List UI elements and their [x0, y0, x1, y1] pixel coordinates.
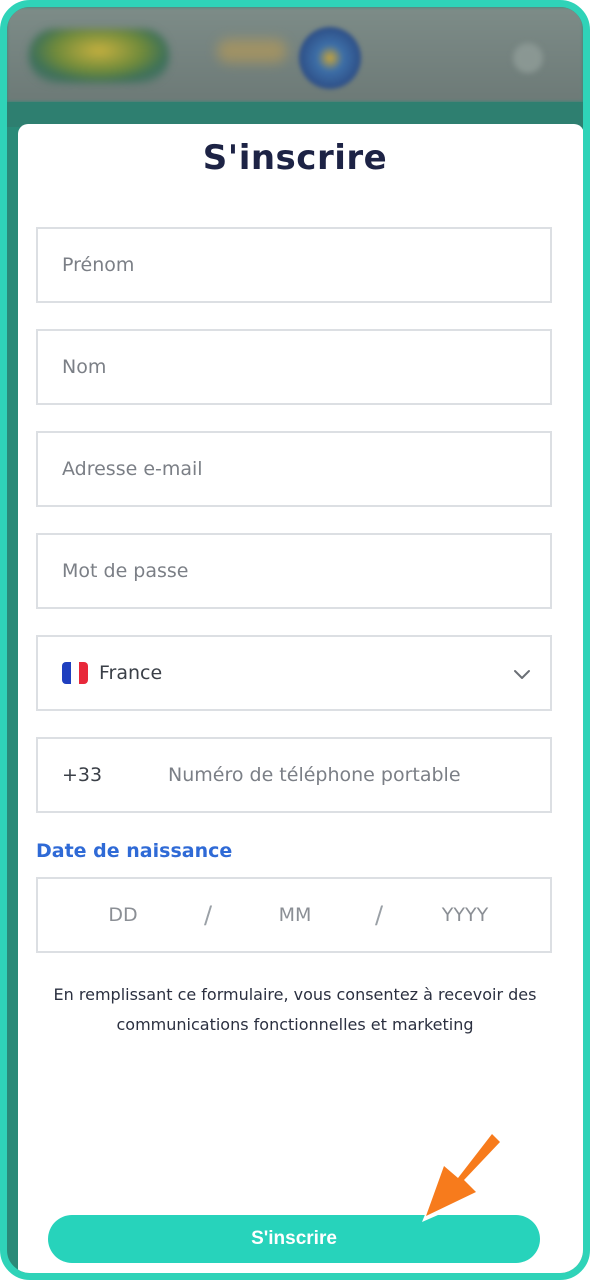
dob-separator-2: / [375, 901, 384, 929]
dob-year-input[interactable]: YYYY [420, 879, 510, 951]
dob-month-input[interactable]: MM [250, 879, 340, 951]
chevron-down-icon[interactable] [512, 664, 532, 684]
background-badge [299, 27, 361, 89]
consent-text-line1: En remplissant ce formulaire, vous conse… [53, 985, 537, 1004]
country-value: France [99, 662, 163, 684]
first-name-field[interactable]: Prénom [36, 227, 552, 303]
background-logo [29, 29, 169, 83]
last-name-field[interactable]: Nom [36, 329, 552, 405]
last-name-placeholder: Nom [62, 356, 107, 378]
page-title: S'inscrire [202, 138, 388, 178]
dob-day-input[interactable]: DD [78, 879, 168, 951]
dial-code[interactable]: +33 [62, 739, 102, 811]
password-placeholder: Mot de passe [62, 560, 189, 582]
country-select[interactable]: France [36, 635, 552, 711]
first-name-placeholder: Prénom [62, 254, 135, 276]
dob-label: Date de naissance [36, 840, 233, 862]
email-field[interactable]: Adresse e-mail [36, 431, 552, 507]
consent-text: En remplissant ce formulaire, vous conse… [30, 980, 560, 1040]
email-placeholder: Adresse e-mail [62, 458, 203, 480]
france-flag-icon [62, 662, 88, 684]
dob-separator-1: / [204, 901, 213, 929]
password-field[interactable]: Mot de passe [36, 533, 552, 609]
dob-field: DD / MM / YYYY [36, 877, 552, 953]
phone-field[interactable]: +33 Numéro de téléphone portable [36, 737, 552, 813]
phone-placeholder: Numéro de téléphone portable [168, 764, 461, 786]
consent-text-line2: communications fonctionnelles et marketi… [116, 1015, 474, 1034]
pointer-arrow-icon [422, 1130, 506, 1222]
background-profile-icon [513, 43, 543, 73]
background-blurred-text [217, 39, 287, 63]
